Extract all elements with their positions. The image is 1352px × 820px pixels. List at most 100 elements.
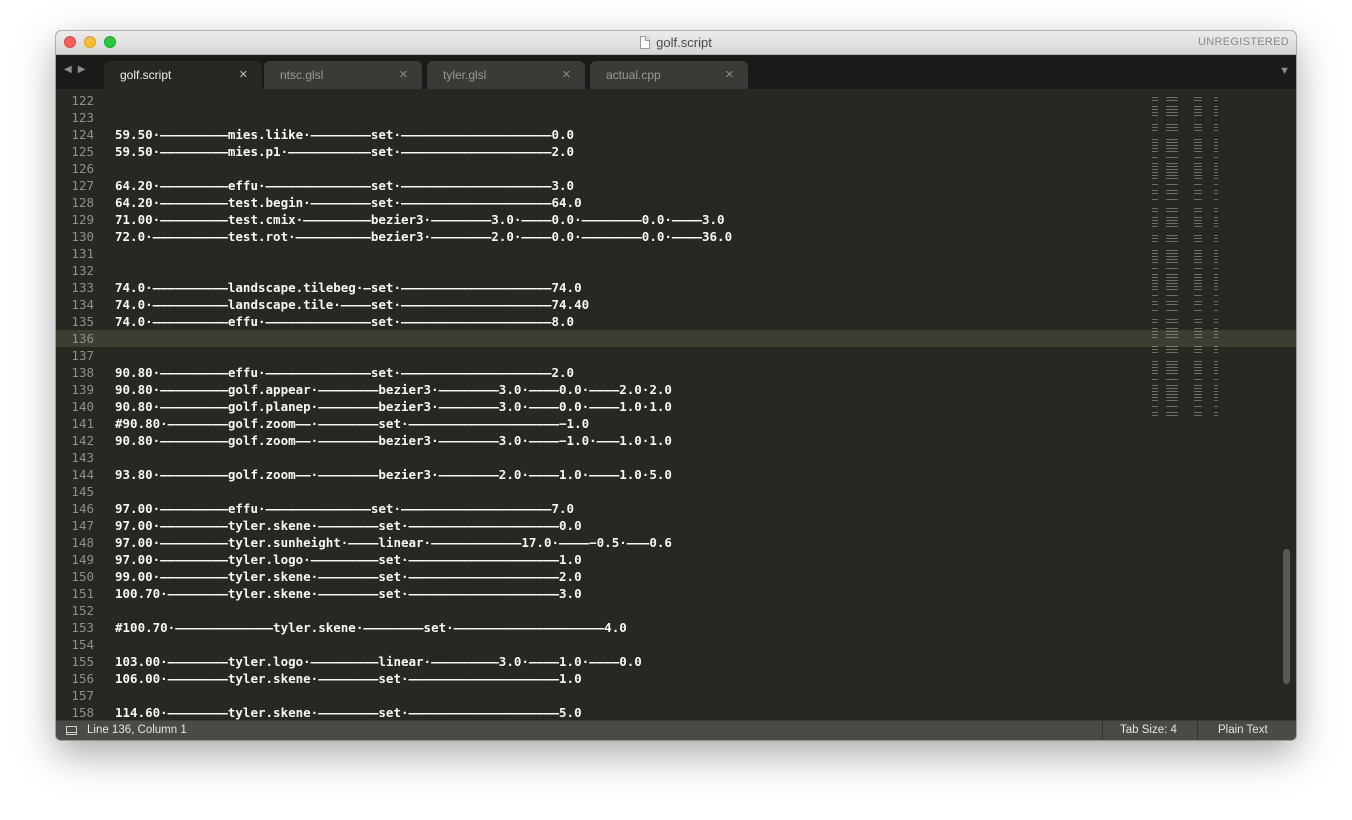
minimap-mark xyxy=(1214,163,1218,164)
minimap-mark xyxy=(1166,97,1178,98)
editor-line[interactable]: 125 59.50·—————————mies.p1·———————————set… xyxy=(56,143,1296,160)
minimap-mark xyxy=(1166,367,1178,368)
minimap-mark xyxy=(1152,310,1158,311)
editor-line[interactable]: 152 xyxy=(56,602,1296,619)
minimap-mark xyxy=(1194,157,1202,158)
minimap-mark xyxy=(1152,268,1158,269)
editor-line[interactable]: 146 97.00·—————————effu·——————————————set… xyxy=(56,500,1296,517)
line-number: 136 xyxy=(71,331,94,346)
minimap-mark xyxy=(1194,217,1202,218)
editor-line[interactable]: 144 93.80·—————————golf.zoom——·————————be… xyxy=(56,466,1296,483)
minimap-mark xyxy=(1166,172,1178,173)
editor-line[interactable]: 137 xyxy=(56,347,1296,364)
editor-line[interactable]: 145 xyxy=(56,483,1296,500)
line-text: 72.0·——————————test.rot·——————————bezier… xyxy=(115,229,733,244)
editor-line[interactable]: 151 100.70·————————tyler.skene·————————se… xyxy=(56,585,1296,602)
line-text: 97.00·—————————tyler.sunheight·————linea… xyxy=(115,535,672,550)
minimap-mark xyxy=(1194,223,1202,224)
line-text: 97.00·—————————effu·——————————————set·——… xyxy=(115,501,575,516)
tab-ntsc-glsl[interactable]: ntsc.glsl ✕ xyxy=(264,61,422,89)
minimap[interactable] xyxy=(1152,89,1242,429)
tab-actual-cpp[interactable]: actual.cpp ✕ xyxy=(590,61,748,89)
minimap-mark xyxy=(1152,211,1158,212)
minimap-mark xyxy=(1166,346,1178,347)
editor-line[interactable]: 127 64.20·—————————effu·——————————————set… xyxy=(56,177,1296,194)
minimap-mark xyxy=(1166,217,1178,218)
editor-line[interactable]: 147 97.00·—————————tyler.skene·————————se… xyxy=(56,517,1296,534)
minimap-mark xyxy=(1194,283,1202,284)
minimap-mark xyxy=(1152,301,1158,302)
close-icon[interactable]: ✕ xyxy=(239,68,248,81)
minimap-mark xyxy=(1194,148,1202,149)
editor-line[interactable]: 129 71.00·—————————test.cmix·—————————bez… xyxy=(56,211,1296,228)
panel-icon[interactable] xyxy=(66,726,77,735)
editor-line[interactable]: 153 #100.70·—————————————tyler.skene·————… xyxy=(56,619,1296,636)
chevron-right-icon[interactable]: ▶ xyxy=(78,64,92,75)
close-icon[interactable]: ✕ xyxy=(562,68,571,81)
minimap-mark xyxy=(1166,286,1178,287)
syntax-selector[interactable]: Plain Text xyxy=(1218,724,1268,736)
editor-line[interactable]: 133 74.0·——————————landscape.tilebeg·—set… xyxy=(56,279,1296,296)
vertical-scrollbar[interactable] xyxy=(1282,89,1292,720)
minimap-mark xyxy=(1214,337,1218,338)
close-icon[interactable]: ✕ xyxy=(399,68,408,81)
editor-line[interactable]: 150 99.00·—————————tyler.skene·————————se… xyxy=(56,568,1296,585)
editor-line[interactable]: 124 59.50·—————————mies.liike·————————set… xyxy=(56,126,1296,143)
editor-line[interactable]: 158 114.60·————————tyler.skene·————————se… xyxy=(56,704,1296,720)
editor-line[interactable]: 149 97.00·—————————tyler.logo·—————————se… xyxy=(56,551,1296,568)
editor-line[interactable]: 132 xyxy=(56,262,1296,279)
tab-tyler-glsl[interactable]: tyler.glsl ✕ xyxy=(427,61,585,89)
text-editor[interactable]: 122 123 124 59.50·—————————mies.liike·—————… xyxy=(56,89,1296,720)
minimap-mark xyxy=(1194,319,1202,320)
scrollbar-thumb[interactable] xyxy=(1283,549,1290,684)
minimap-mark xyxy=(1166,397,1178,398)
minimap-mark xyxy=(1166,301,1178,302)
minimap-mark xyxy=(1152,184,1158,185)
minimap-mark xyxy=(1214,367,1218,368)
editor-line[interactable]: 148 97.00·—————————tyler.sunheight·————li… xyxy=(56,534,1296,551)
minimap-mark xyxy=(1214,211,1218,212)
minimap-mark xyxy=(1166,259,1178,260)
editor-line[interactable]: 141 #90.80·————————golf.zoom——·————————se… xyxy=(56,415,1296,432)
editor-line[interactable]: 139 90.80·—————————golf.appear·————————be… xyxy=(56,381,1296,398)
minimap-mark xyxy=(1152,289,1158,290)
editor-line[interactable]: 123 xyxy=(56,109,1296,126)
editor-line[interactable]: 143 xyxy=(56,449,1296,466)
minimap-mark xyxy=(1166,406,1178,407)
editor-line[interactable]: 136 xyxy=(56,330,1296,347)
tab-size-selector[interactable]: Tab Size: 4 xyxy=(1120,724,1177,736)
editor-line[interactable]: 142 90.80·—————————golf.zoom——·————————be… xyxy=(56,432,1296,449)
editor-line[interactable]: 134 74.0·——————————landscape.tile·————set… xyxy=(56,296,1296,313)
minimap-mark xyxy=(1152,199,1158,200)
editor-line[interactable]: 122 xyxy=(56,92,1296,109)
minimap-mark xyxy=(1152,112,1158,113)
line-text: 71.00·—————————test.cmix·—————————bezier… xyxy=(115,212,725,227)
editor-line[interactable]: 135 74.0·——————————effu·——————————————set… xyxy=(56,313,1296,330)
editor-line[interactable]: 155 103.00·————————tyler.logo·—————————li… xyxy=(56,653,1296,670)
minimap-mark xyxy=(1194,241,1202,242)
editor-line[interactable]: 131 xyxy=(56,245,1296,262)
chevron-left-icon[interactable]: ◀ xyxy=(64,64,78,75)
minimap-mark xyxy=(1214,193,1218,194)
editor-line[interactable]: 138 90.80·—————————effu·——————————————set… xyxy=(56,364,1296,381)
line-number: 144 xyxy=(71,467,94,482)
minimap-mark xyxy=(1194,139,1202,140)
editor-line[interactable]: 130 72.0·——————————test.rot·——————————bez… xyxy=(56,228,1296,245)
minimap-mark xyxy=(1194,286,1202,287)
minimap-mark xyxy=(1194,169,1202,170)
close-icon[interactable]: ✕ xyxy=(725,68,734,81)
editor-line[interactable]: 126 xyxy=(56,160,1296,177)
minimap-mark xyxy=(1214,361,1218,362)
minimap-mark xyxy=(1152,280,1158,281)
editor-line[interactable]: 128 64.20·—————————test.begin·————————set… xyxy=(56,194,1296,211)
editor-line[interactable]: 140 90.80·—————————golf.planep·————————be… xyxy=(56,398,1296,415)
tab-golf-script[interactable]: golf.script ✕ xyxy=(104,61,262,89)
minimap-mark xyxy=(1166,190,1178,191)
chevron-down-icon[interactable]: ▼ xyxy=(1279,65,1290,77)
editor-line[interactable]: 157 xyxy=(56,687,1296,704)
minimap-mark xyxy=(1152,223,1158,224)
editor-line[interactable]: 156 106.00·————————tyler.skene·————————se… xyxy=(56,670,1296,687)
minimap-mark xyxy=(1152,337,1158,338)
editor-line[interactable]: 154 xyxy=(56,636,1296,653)
minimap-mark xyxy=(1214,400,1218,401)
